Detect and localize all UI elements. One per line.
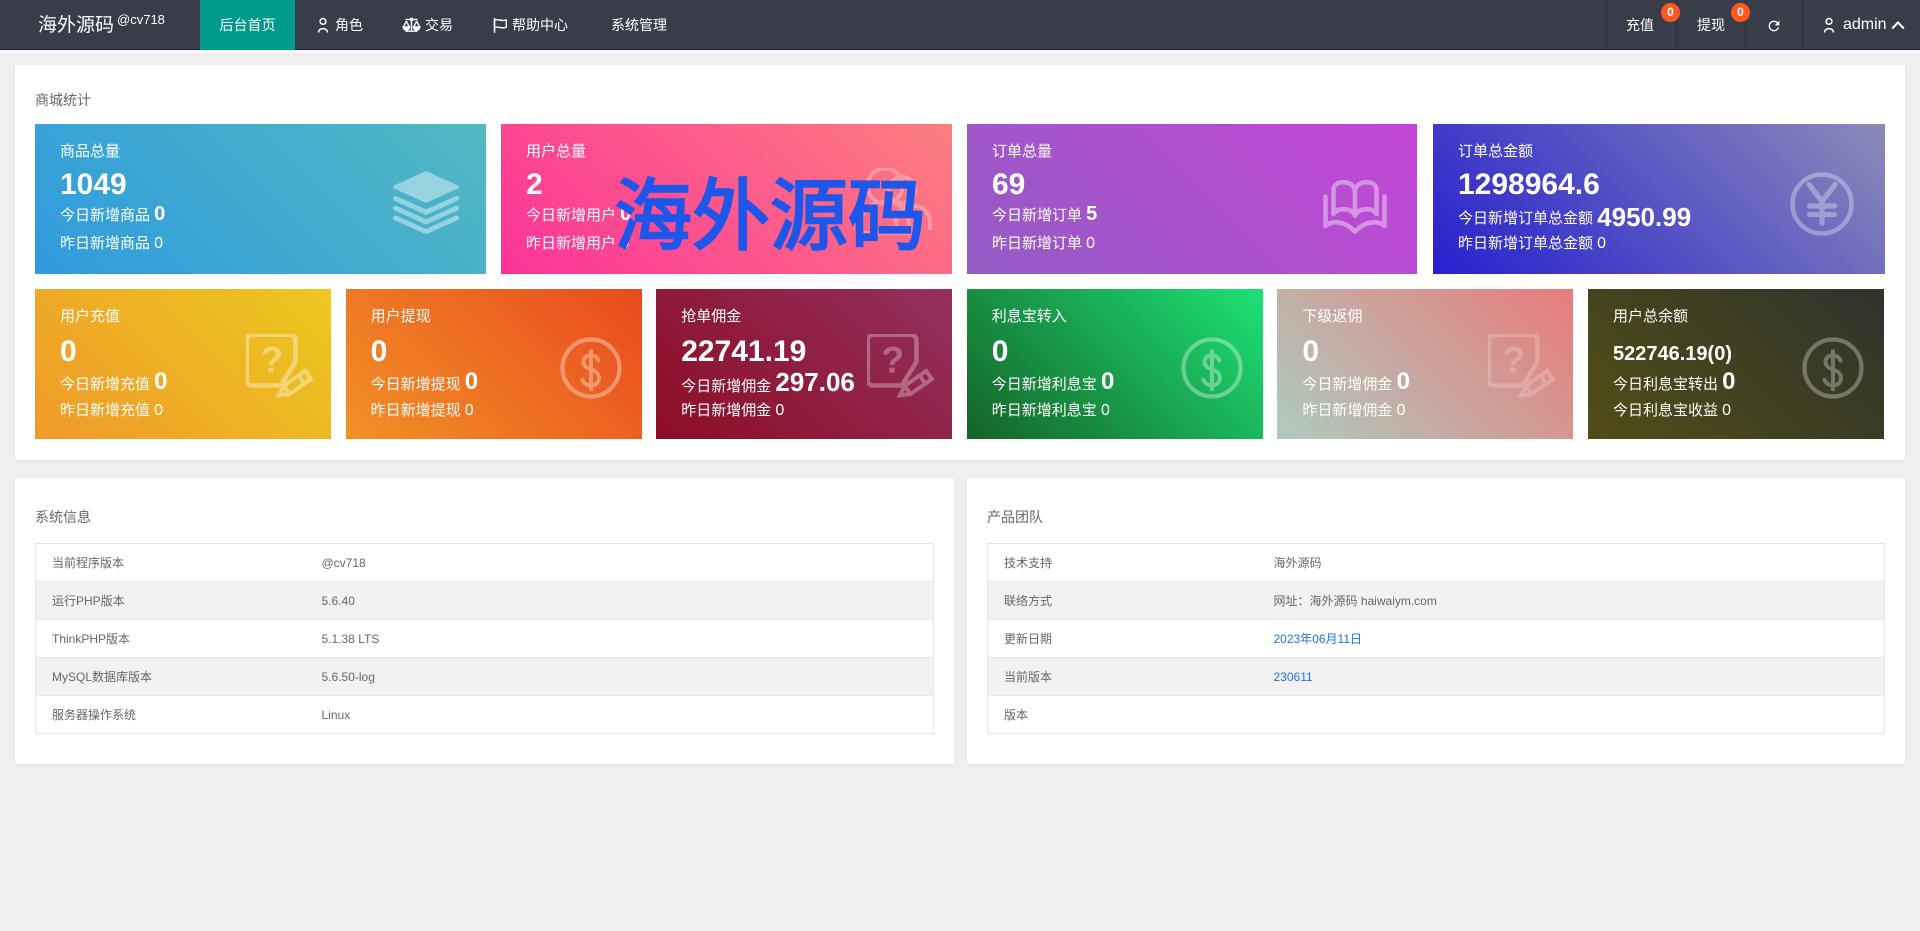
svg-text:?: ? [261,340,284,381]
svg-text:?: ? [1503,340,1526,381]
svg-text:?: ? [882,340,905,381]
